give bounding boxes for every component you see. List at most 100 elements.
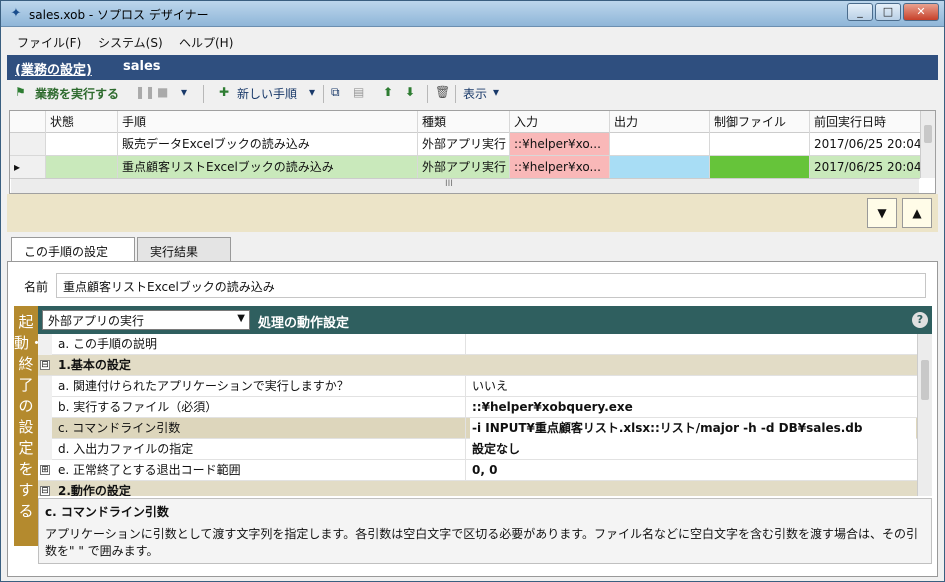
chevron-down-icon: ▼ [237, 313, 245, 324]
stop-button[interactable]: ■ [157, 85, 168, 99]
expand-icon[interactable]: ⊞ [40, 465, 50, 475]
property-row[interactable]: b. 実行するファイル（必須） ::¥helper¥xobquery.exe [38, 397, 917, 418]
property-category[interactable]: ⊟ 1.基本の設定 [38, 355, 917, 376]
tab-step-settings[interactable]: この手順の設定 [11, 237, 135, 262]
action-select-value: 外部アプリの実行 [48, 314, 145, 328]
input-cell: ::¥helper¥xo... [510, 156, 610, 178]
property-row[interactable]: a. 関連付けられたアプリケーションで実行しますか？ いいえ [38, 376, 917, 397]
property-grid: a. この手順の説明 ⊟ 1.基本の設定 a. 関連付けられたアプリケーションで… [38, 334, 917, 496]
description-text: アプリケーションに引数として渡す文字列を指定します。各引数は空白文字で区切る必要… [45, 527, 919, 558]
step-nav-panel: ▼ ▲ [7, 194, 938, 232]
row-gutter [38, 376, 52, 397]
column-header[interactable]: 種類 [418, 111, 510, 133]
property-key: d. 入出力ファイルの指定 [56, 439, 466, 460]
business-settings-link[interactable]: (業務の設定) [15, 59, 92, 78]
move-up-button[interactable]: ▲ [902, 198, 932, 228]
collapse-icon[interactable]: ⊟ [40, 486, 50, 496]
move-down-icon[interactable]: ⬇ [405, 85, 415, 99]
row-gutter [38, 418, 52, 439]
property-row[interactable]: a. この手順の説明 [38, 334, 917, 355]
property-key: a. 関連付けられたアプリケーションで実行しますか？ [56, 376, 466, 397]
grid-corner [10, 111, 46, 133]
view-dropdown[interactable]: ▾ [493, 85, 499, 99]
tab-run-results[interactable]: 実行結果 [137, 237, 231, 261]
column-header[interactable]: 前回実行日時 [810, 111, 920, 133]
toolbar-separator [323, 85, 324, 103]
step-cell: 重点顧客リストExcelブックの読み込み [118, 156, 418, 178]
close-button[interactable]: ✕ [903, 3, 939, 21]
view-button[interactable]: 表示 [463, 85, 487, 102]
column-header[interactable]: 状態 [46, 111, 118, 133]
property-row[interactable]: ⊞ e. 正常終了とする退出コード範囲 0, 0 [38, 460, 917, 481]
column-header[interactable]: 手順 [118, 111, 418, 133]
property-key: a. この手順の説明 [56, 334, 466, 355]
property-key: e. 正常終了とする退出コード範囲 [56, 460, 466, 481]
menu-file[interactable]: ファイル(F) [17, 34, 81, 51]
state-cell [46, 156, 118, 178]
toolbar-separator [455, 85, 456, 103]
step-settings-panel: 名前 重点顧客リストExcelブックの読み込み 起動・終了の設定をする 外部アプ… [7, 261, 938, 577]
menu-system[interactable]: システム(S) [98, 34, 163, 51]
property-value[interactable]: ::¥helper¥xobquery.exe [470, 397, 916, 418]
output-cell [610, 133, 710, 155]
property-value[interactable]: 設定なし [470, 439, 916, 460]
business-name: sales [123, 59, 161, 74]
copy-icon[interactable]: ⧉ [331, 85, 340, 100]
description-panel: c. コマンドライン引数 アプリケーションに引数として渡す文字列を指定します。各… [38, 498, 932, 564]
toolbar-separator [203, 85, 204, 103]
app-icon: ✦ [10, 6, 22, 21]
property-value[interactable] [470, 334, 916, 355]
scroll-thumb[interactable] [924, 125, 932, 143]
grid-row-selected[interactable]: ▸ 重点顧客リストExcelブックの読み込み 外部アプリ実行 ::¥helper… [10, 156, 920, 179]
delete-icon[interactable]: 🗑 [435, 85, 450, 99]
run-business-button[interactable]: 業務を実行する [35, 85, 119, 102]
menu-bar: ファイル(F) システム(S) ヘルプ(H) [1, 30, 944, 54]
state-cell [46, 133, 118, 155]
move-up-icon[interactable]: ⬆ [383, 85, 393, 99]
row-gutter [38, 334, 52, 355]
step-name-input[interactable]: 重点顧客リストExcelブックの読み込み [56, 273, 926, 298]
maximize-button[interactable]: □ [875, 3, 901, 21]
column-header[interactable]: 出力 [610, 111, 710, 133]
category-label: 1.基本の設定 [58, 358, 131, 372]
type-cell: 外部アプリ実行 [418, 156, 510, 178]
grid-vertical-scrollbar[interactable] [920, 111, 935, 178]
grid-row[interactable]: 販売データExcelブックの読み込み 外部アプリ実行 ::¥helper¥xo.… [10, 133, 920, 156]
property-category[interactable]: ⊟ 2.動作の設定 [38, 481, 917, 496]
app-window: ✦ sales.xob - ソプロス デザイナー _ □ ✕ ファイル(F) シ… [0, 0, 945, 582]
scroll-thumb[interactable] [921, 360, 929, 400]
run-icon: ⚑ [15, 85, 26, 99]
pause-button[interactable]: ❚❚ [135, 85, 155, 99]
property-value[interactable]: いいえ [470, 376, 916, 397]
control-cell [710, 156, 810, 178]
action-select[interactable]: 外部アプリの実行 ▼ [42, 310, 250, 330]
run-dropdown-button[interactable]: ▾ [181, 85, 187, 99]
description-title: c. コマンドライン引数 [45, 505, 169, 519]
business-header: (業務の設定) sales [7, 55, 938, 80]
category-label: 2.動作の設定 [58, 484, 131, 496]
type-cell: 外部アプリ実行 [418, 133, 510, 155]
collapse-icon[interactable]: ⊟ [40, 360, 50, 370]
new-step-dropdown[interactable]: ▾ [309, 85, 315, 99]
new-step-button[interactable]: 新しい手順 [237, 85, 297, 102]
property-scrollbar[interactable] [917, 334, 932, 496]
property-value[interactable]: -i INPUT¥重点顧客リスト.xlsx::リスト/major -h -d D… [470, 418, 916, 439]
row-gutter [38, 397, 52, 418]
scroll-grip[interactable]: III [445, 179, 453, 189]
startup-shutdown-band[interactable]: 起動・終了の設定をする [14, 306, 44, 546]
help-icon[interactable]: ? [912, 312, 928, 328]
new-step-icon: ✚ [219, 85, 230, 99]
property-row-selected[interactable]: c. コマンドライン引数 -i INPUT¥重点顧客リスト.xlsx::リスト/… [38, 418, 917, 439]
window-title: sales.xob - ソプロス デザイナー [29, 8, 209, 22]
output-cell [610, 156, 710, 178]
paste-icon[interactable]: ▤ [353, 85, 364, 99]
column-header[interactable]: 入力 [510, 111, 610, 133]
minimize-button[interactable]: _ [847, 3, 873, 21]
menu-help[interactable]: ヘルプ(H) [179, 34, 233, 51]
grid-horizontal-scrollbar[interactable]: III [11, 178, 919, 193]
column-header[interactable]: 制御ファイル [710, 111, 810, 133]
property-key: c. コマンドライン引数 [56, 418, 466, 439]
move-down-button[interactable]: ▼ [867, 198, 897, 228]
property-row[interactable]: d. 入出力ファイルの指定 設定なし [38, 439, 917, 460]
property-value[interactable]: 0, 0 [470, 460, 916, 481]
